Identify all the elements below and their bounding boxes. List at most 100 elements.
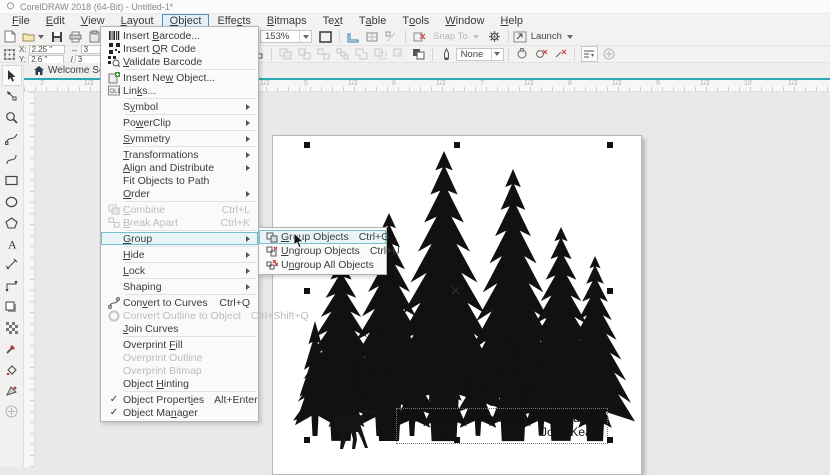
- connector-tool-icon[interactable]: [2, 275, 22, 296]
- zoom-tool-icon[interactable]: [2, 107, 22, 128]
- show-guidelines-icon[interactable]: [384, 30, 399, 44]
- show-rulers-icon[interactable]: [346, 30, 361, 44]
- menu-separator: [125, 114, 256, 115]
- outline-width-combo[interactable]: None: [456, 48, 504, 61]
- to-curves-icon[interactable]: [515, 47, 530, 61]
- selection-handle[interactable]: [607, 288, 613, 294]
- home-icon: [34, 66, 44, 75]
- menu-item-symmetry[interactable]: Symmetry: [101, 132, 258, 145]
- menu-item-object-manager[interactable]: ✓Object Manager: [101, 406, 258, 419]
- rectangle-tool-icon[interactable]: [2, 170, 22, 191]
- submenu-item-group-objects[interactable]: Group ObjectsCtrl+G: [259, 230, 386, 244]
- drop-shadow-tool-icon[interactable]: [2, 296, 22, 317]
- submenu-arrow-icon: [246, 104, 250, 110]
- menu-item-label: Symbol: [123, 101, 158, 113]
- clear-transformations-icon[interactable]: [553, 47, 568, 61]
- outline-combo-arrow-icon[interactable]: [491, 49, 503, 60]
- ellipse-tool-icon[interactable]: [2, 191, 22, 212]
- parallel-dimension-tool-icon[interactable]: [2, 254, 22, 275]
- polygon-tool-icon[interactable]: [2, 212, 22, 233]
- menubar-item-help[interactable]: Help: [492, 14, 531, 28]
- smart-fill-tool-icon[interactable]: [2, 380, 22, 401]
- menubar-item-table[interactable]: Table: [351, 14, 395, 28]
- menubar-item-tools[interactable]: Tools: [394, 14, 437, 28]
- menu-item-shaping[interactable]: Shaping: [101, 280, 258, 293]
- open-folder-icon[interactable]: [21, 30, 45, 44]
- menubar-item-edit[interactable]: Edit: [38, 14, 73, 28]
- menu-item-convert-to-curves[interactable]: Convert to CurvesCtrl+Q: [101, 296, 258, 309]
- menu-separator: [125, 262, 256, 263]
- selection-handle[interactable]: [304, 288, 310, 294]
- snap-off-icon[interactable]: [412, 30, 427, 44]
- submenu-item-ungroup-objects[interactable]: Ungroup ObjectsCtrl+U: [259, 244, 386, 258]
- object-origin-icon[interactable]: [2, 47, 17, 61]
- show-grid-icon[interactable]: [365, 30, 380, 44]
- menubar-item-file[interactable]: File: [4, 14, 38, 28]
- full-screen-preview-icon[interactable]: [318, 30, 333, 44]
- outline-pen-icon[interactable]: [439, 47, 454, 61]
- menu-item-label: Insert Barcode...: [123, 30, 200, 42]
- interactive-fill-tool-icon[interactable]: [2, 359, 22, 380]
- remove-effects-icon[interactable]: [534, 47, 549, 61]
- color-eyedropper-tool-icon[interactable]: [2, 338, 22, 359]
- menu-separator: [125, 294, 256, 295]
- selection-handle[interactable]: [304, 142, 310, 148]
- combine-icon: [278, 47, 293, 61]
- menu-item-symbol[interactable]: Symbol: [101, 100, 258, 113]
- menu-item-label: Combine: [123, 204, 165, 216]
- menubar-item-text[interactable]: Text: [315, 14, 351, 28]
- menu-item-fit-objects-to-path[interactable]: Fit Objects to Path: [101, 174, 258, 187]
- x-position-field[interactable]: 2.25 ": [29, 45, 65, 54]
- selection-handle[interactable]: [454, 142, 460, 148]
- menu-item-validate-barcode[interactable]: Validate Barcode: [101, 55, 258, 68]
- menu-item-lock[interactable]: Lock: [101, 264, 258, 277]
- snap-to-dropdown: Snap To: [433, 31, 479, 42]
- selection-handle[interactable]: [304, 437, 310, 443]
- quote-text-frame[interactable]: The poetry of the earth is never dead. J…: [396, 408, 608, 444]
- group-icon-disabled: [297, 47, 312, 61]
- menu-item-object-hinting[interactable]: Object Hinting: [101, 377, 258, 390]
- menu-item-label: Break Apart: [123, 217, 178, 229]
- launch-dropdown[interactable]: Launch: [513, 31, 573, 43]
- text-tool-icon[interactable]: A: [2, 233, 22, 254]
- wrap-text-icon[interactable]: [581, 46, 598, 62]
- document-page[interactable]: The poetry of the earth is never dead. J…: [272, 135, 642, 475]
- menu-item-align-and-distribute[interactable]: Align and Distribute: [101, 161, 258, 174]
- zoom-level-combo[interactable]: 153%: [260, 30, 312, 43]
- menu-item-group[interactable]: Group: [101, 232, 258, 245]
- menu-item-object-properties[interactable]: ✓Object PropertiesAlt+Enter: [101, 393, 258, 406]
- menubar-item-window[interactable]: Window: [437, 14, 492, 28]
- selection-handle[interactable]: [607, 142, 613, 148]
- menu-item-shortcut: Alt+Enter: [204, 394, 257, 406]
- customize-plus-tool-icon[interactable]: [2, 401, 22, 422]
- selection-handle[interactable]: [607, 437, 613, 443]
- menu-item-overprint-fill[interactable]: Overprint Fill: [101, 338, 258, 351]
- vertical-ruler[interactable]: [24, 92, 35, 467]
- menu-item-links[interactable]: OLELinks...: [101, 84, 258, 97]
- menu-item-insert-qr-code[interactable]: Insert QR Code: [101, 42, 258, 55]
- print-icon[interactable]: [68, 30, 83, 44]
- shape-tool-icon[interactable]: [2, 86, 22, 107]
- zoom-level-value: 153%: [265, 31, 289, 42]
- bezier-tool-icon[interactable]: [2, 149, 22, 170]
- zoom-combo-arrow-icon[interactable]: [299, 31, 311, 42]
- new-document-icon[interactable]: [2, 30, 17, 44]
- menu-item-hide[interactable]: Hide: [101, 248, 258, 261]
- menubar-item-bitmaps[interactable]: Bitmaps: [259, 14, 315, 28]
- add-plus-icon[interactable]: [602, 47, 617, 61]
- save-icon[interactable]: [49, 30, 64, 44]
- freehand-tool-icon[interactable]: [2, 128, 22, 149]
- menu-item-insert-barcode[interactable]: Insert Barcode...: [101, 29, 258, 42]
- transparency-tool-icon[interactable]: [2, 317, 22, 338]
- options-gear-icon[interactable]: [487, 30, 502, 44]
- submenu-item-ungroup-all-objects[interactable]: Ungroup All Objects: [259, 258, 386, 272]
- menu-item-order[interactable]: Order: [101, 187, 258, 200]
- pick-tool-icon[interactable]: [2, 65, 22, 86]
- convert-outline-icon: [105, 310, 123, 322]
- menu-item-powerclip[interactable]: PowerClip: [101, 116, 258, 129]
- selection-handle[interactable]: [454, 437, 460, 443]
- front-back-icon[interactable]: [411, 47, 426, 61]
- menu-item-join-curves[interactable]: Join Curves: [101, 322, 258, 335]
- menu-item-transformations[interactable]: Transformations: [101, 148, 258, 161]
- menu-item-insert-new-object[interactable]: Insert New Object...: [101, 71, 258, 84]
